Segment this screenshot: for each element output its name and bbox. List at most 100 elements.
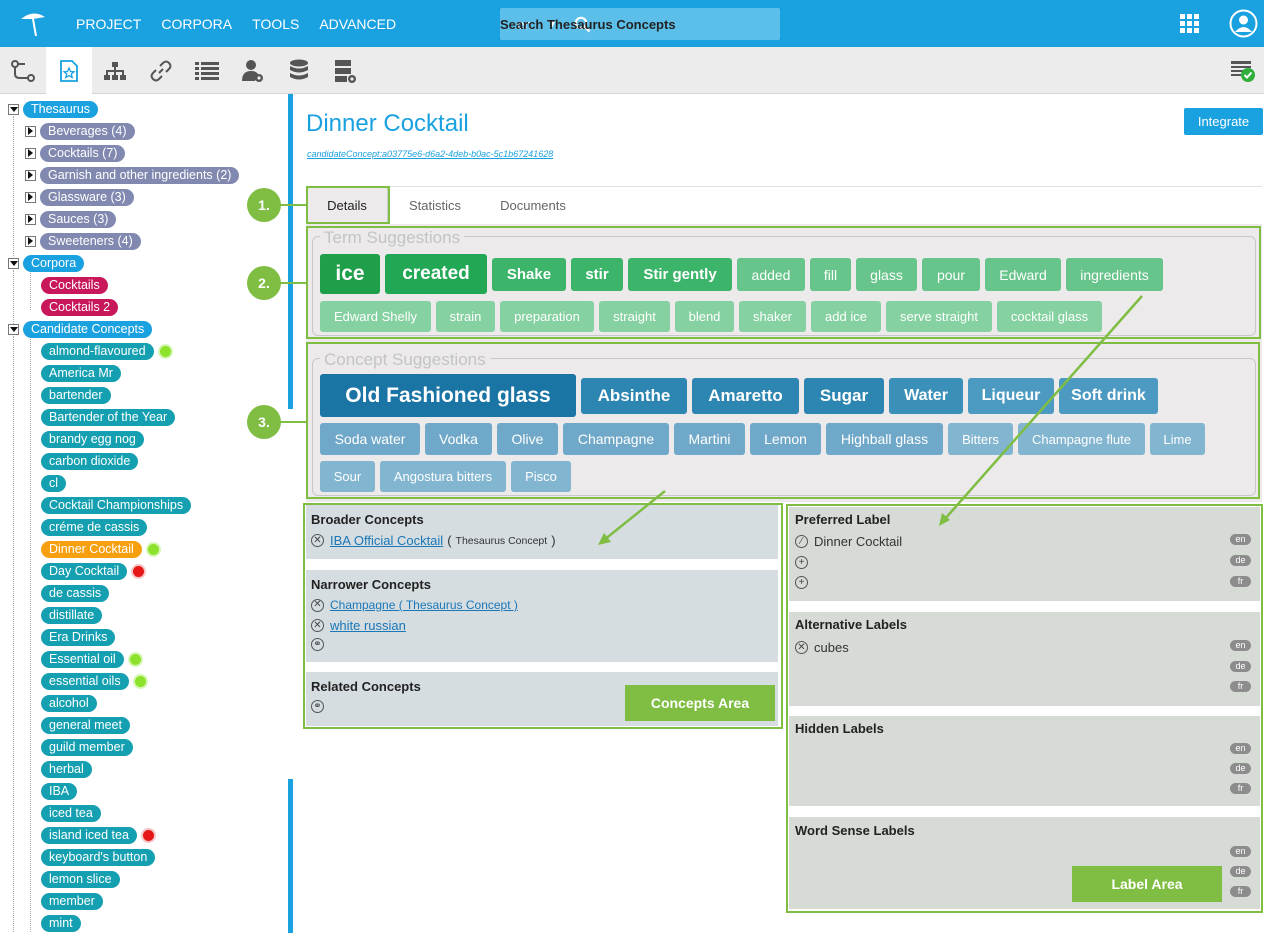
tree-node-candidate[interactable]: America Mr [41, 364, 121, 382]
tree-node-label[interactable]: brandy egg nog [41, 430, 144, 448]
tree-node-label[interactable]: almond-flavoured [41, 342, 154, 360]
tree-node-thesaurus-child[interactable]: Garnish and other ingredients (2) [25, 166, 240, 184]
tree-node-corpus[interactable]: Cocktails [41, 276, 108, 294]
tree-root-label[interactable]: Thesaurus [23, 100, 99, 118]
list-icon[interactable] [184, 47, 230, 94]
tree-node-label[interactable]: Bartender of the Year [41, 408, 176, 426]
tree-node-label[interactable]: Sweeteners (4) [40, 232, 141, 250]
tree-node-label[interactable]: créme de cassis [41, 518, 148, 536]
collapse-toggle-icon[interactable] [8, 257, 19, 269]
tree-node-label[interactable]: lemon slice [41, 870, 120, 888]
collapse-toggle-icon[interactable] [8, 323, 19, 335]
tree-node-candidate[interactable]: IBA [41, 782, 78, 800]
tree-node-candidate[interactable]: cl [41, 474, 67, 492]
database-icon[interactable] [276, 47, 322, 94]
tree-node-thesaurus-child[interactable]: Sweeteners (4) [25, 232, 141, 250]
tree-node-label[interactable]: Glassware (3) [40, 188, 134, 206]
tree-node-label[interactable]: Cocktails (7) [40, 144, 126, 162]
tree-node-label[interactable]: Cocktails 2 [41, 298, 119, 316]
tree-node-label[interactable]: distillate [41, 606, 103, 624]
tree-node-candidate[interactable]: member [41, 892, 103, 910]
tree-node-label[interactable]: cl [41, 474, 67, 492]
tree-node-label[interactable]: America Mr [41, 364, 121, 382]
tree-node-label[interactable]: Cocktails [41, 276, 108, 294]
user-avatar-icon[interactable] [1229, 9, 1258, 38]
tree-node-corpora[interactable]: Corpora [8, 254, 85, 272]
tree-node-candidate[interactable]: keyboard's button [41, 848, 156, 866]
tree-node-candidate[interactable]: mint [41, 914, 81, 932]
tree-node-candidate[interactable]: essential oils [41, 672, 146, 690]
expand-toggle-icon[interactable] [25, 147, 36, 159]
tree-node-candidate[interactable]: island iced tea [41, 826, 154, 844]
tree-node-label[interactable]: iced tea [41, 804, 101, 822]
expand-toggle-icon[interactable] [25, 213, 36, 225]
tree-node-label[interactable]: Essential oil [41, 650, 124, 668]
tree-node-label[interactable]: Day Cocktail [41, 562, 128, 580]
tree-node-label[interactable]: Era Drinks [41, 628, 116, 646]
tree-node-label[interactable]: Beverages (4) [40, 122, 135, 140]
tree-node-label[interactable]: bartender [41, 386, 111, 404]
integrate-button[interactable]: Integrate [1184, 108, 1263, 135]
tree-node-candidate[interactable]: brandy egg nog [41, 430, 144, 448]
tree-node-candidate[interactable]: Essential oil [41, 650, 141, 668]
menu-project[interactable]: PROJECT [76, 16, 141, 32]
link-icon[interactable] [138, 47, 184, 94]
tree-node-candidate[interactable]: herbal [41, 760, 92, 778]
tree-node-label[interactable]: IBA [41, 782, 78, 800]
expand-toggle-icon[interactable] [25, 169, 36, 181]
collapse-toggle-icon[interactable] [8, 103, 19, 115]
tree-root-label[interactable]: Candidate Concepts [23, 320, 153, 338]
expand-toggle-icon[interactable] [25, 191, 36, 203]
tree-node-candidate[interactable]: almond-flavoured [41, 342, 171, 360]
tree-node-candidate[interactable]: lemon slice [41, 870, 120, 888]
tree-node-label[interactable]: member [41, 892, 103, 910]
tree-node-label[interactable]: Sauces (3) [40, 210, 117, 228]
tab-documents[interactable]: Documents [486, 187, 580, 223]
tree-node-label[interactable]: essential oils [41, 672, 129, 690]
hierarchy-tree-icon[interactable] [0, 47, 46, 94]
tree-root-label[interactable]: Corpora [23, 254, 85, 272]
tree-node-label[interactable]: carbon dioxide [41, 452, 139, 470]
concept-uri[interactable]: candidateConcept:a03775e6-d6a2-4deb-b0ac… [307, 149, 553, 159]
expand-toggle-icon[interactable] [25, 125, 36, 137]
tree-node-thesaurus-child[interactable]: Beverages (4) [25, 122, 135, 140]
tree-node-candidate[interactable]: bartender [41, 386, 111, 404]
tree-node-label[interactable]: de cassis [41, 584, 110, 602]
tree-node-thesaurus-child[interactable]: Sauces (3) [25, 210, 117, 228]
menu-tools[interactable]: TOOLS [252, 16, 299, 32]
tree-node-candidate[interactable]: iced tea [41, 804, 101, 822]
tree-node-candidate-concepts[interactable]: Candidate Concepts [8, 320, 153, 338]
tree-node-corpus[interactable]: Cocktails 2 [41, 298, 119, 316]
tree-node-candidate[interactable]: Bartender of the Year [41, 408, 176, 426]
tree-node-label[interactable]: Cocktail Championships [41, 496, 192, 514]
tree-node-label[interactable]: general meet [41, 716, 130, 734]
tree-node-candidate[interactable]: general meet [41, 716, 130, 734]
menu-corpora[interactable]: CORPORA [161, 16, 232, 32]
tree-node-label[interactable]: guild member [41, 738, 133, 756]
tree-node-candidate[interactable]: carbon dioxide [41, 452, 139, 470]
tree-node-candidate[interactable]: Era Drinks [41, 628, 116, 646]
server-icon[interactable] [322, 47, 368, 94]
tree-node-thesaurus[interactable]: Thesaurus [8, 100, 99, 118]
tree-node-label[interactable]: island iced tea [41, 826, 137, 844]
tab-statistics[interactable]: Statistics [394, 187, 476, 223]
user-settings-icon[interactable] [230, 47, 276, 94]
tree-node-candidate[interactable]: Day Cocktail [41, 562, 145, 580]
apps-grid-icon[interactable] [1180, 14, 1199, 33]
tree-node-candidate[interactable]: Cocktail Championships [41, 496, 192, 514]
tree-node-label[interactable]: Garnish and other ingredients (2) [40, 166, 240, 184]
tree-node-candidate[interactable]: Dinner Cocktail [41, 540, 159, 558]
tree-node-thesaurus-child[interactable]: Cocktails (7) [25, 144, 126, 162]
concept-star-icon[interactable] [46, 47, 92, 94]
menu-advanced[interactable]: ADVANCED [319, 16, 396, 32]
tree-node-thesaurus-child[interactable]: Glassware (3) [25, 188, 134, 206]
tree-node-label[interactable]: mint [41, 914, 81, 932]
org-chart-icon[interactable] [92, 47, 138, 94]
tree-node-candidate[interactable]: distillate [41, 606, 103, 624]
validation-status-icon[interactable] [1220, 47, 1264, 94]
tree-scrollbar[interactable] [288, 94, 293, 933]
search-input[interactable]: Search Thesaurus Concepts [500, 17, 676, 32]
tree-node-candidate[interactable]: guild member [41, 738, 133, 756]
tree-node-label[interactable]: herbal [41, 760, 92, 778]
tree-node-label[interactable]: alcohol [41, 694, 97, 712]
